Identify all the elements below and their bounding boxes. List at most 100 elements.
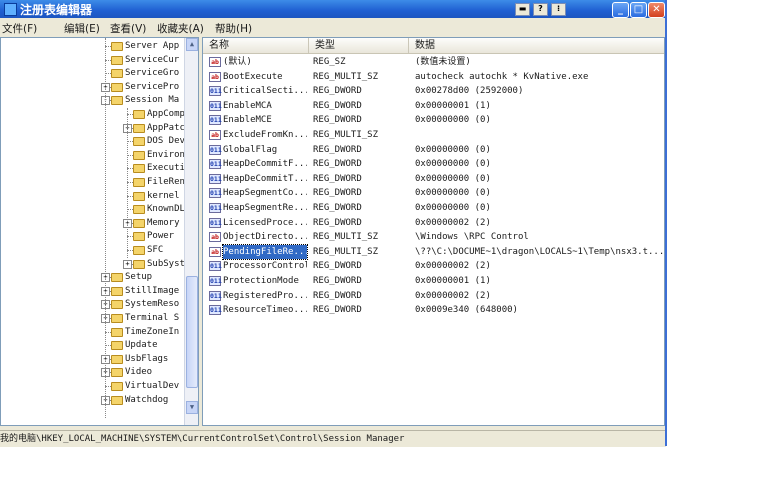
value-row[interactable]: 011 HeapDeCommitF... REG_DWORD 0x00000000 (… bbox=[203, 157, 664, 171]
help-icon[interactable]: ? bbox=[533, 3, 548, 16]
value-data: \??\C:\DOCUME~1\dragon\LOCALS~1\Temp\nsx… bbox=[415, 246, 663, 257]
expand-plus-icon[interactable]: + bbox=[123, 259, 132, 269]
value-data: autocheck autochk * KvNative.exe bbox=[415, 71, 589, 82]
value-row[interactable]: ab PendingFileRe... REG_MULTI_SZ \??\C:\DOC… bbox=[203, 243, 664, 260]
tree-item[interactable]: ServiceGro bbox=[1, 67, 186, 80]
folder-icon bbox=[133, 137, 145, 147]
tree-item-label: TimeZoneIn bbox=[125, 326, 180, 337]
value-name: HeapSegmentRe... bbox=[223, 203, 307, 213]
column-header-type[interactable]: 类型 bbox=[309, 38, 409, 53]
tree-item[interactable]: DOS Dev bbox=[1, 135, 186, 148]
folder-icon bbox=[133, 178, 145, 187]
value-row[interactable]: 011 EnableMCE REG_DWORD 0x00000000 (0) bbox=[203, 113, 664, 127]
value-type: REG_DWORD bbox=[313, 261, 362, 272]
tree-item[interactable]: TimeZoneIn bbox=[1, 326, 186, 339]
value-row[interactable]: 011 ProtectionMode REG_DWORD 0x00000001 (1) bbox=[203, 274, 664, 288]
folder-icon bbox=[111, 55, 123, 65]
tree-item[interactable]: FileRen bbox=[1, 176, 186, 189]
tree-item[interactable]: + SubSyst bbox=[1, 258, 186, 271]
tree-item[interactable]: + Video bbox=[1, 366, 186, 379]
scroll-up-arrow-icon[interactable]: ▲ bbox=[186, 38, 198, 51]
tree-item[interactable]: + Terminal S bbox=[1, 312, 186, 325]
value-row[interactable]: 011 CriticalSecti... REG_DWORD 0x00278d00 (… bbox=[203, 84, 664, 98]
tree-item[interactable]: - Session Ma bbox=[1, 94, 186, 107]
values-list-pane[interactable]: 名称 类型 数据 ab (默认) REG_SZ (数值未设置) ab BootExecut… bbox=[202, 37, 665, 426]
tree-item-label: Terminal S bbox=[125, 313, 180, 323]
tree-item[interactable]: + AppPatc bbox=[1, 122, 186, 135]
minimize-button[interactable]: _ bbox=[612, 2, 629, 18]
column-header-name[interactable]: 名称 bbox=[203, 38, 309, 53]
tree-item[interactable]: VirtualDev bbox=[1, 380, 186, 393]
close-button[interactable]: ✕ bbox=[648, 2, 665, 18]
value-row[interactable]: 011 ProcessorControl REG_DWORD 0x00000002 (… bbox=[203, 259, 664, 273]
status-path: 我的电脑\HKEY_LOCAL_MACHINE\SYSTEM\CurrentCo… bbox=[0, 434, 405, 444]
tree-item[interactable]: + StillImage bbox=[1, 285, 186, 298]
tree-item-label: SystemReso bbox=[125, 299, 180, 310]
menu-edit[interactable]: 编辑(E) bbox=[64, 21, 100, 36]
tree-item[interactable]: + SystemReso bbox=[1, 298, 186, 311]
value-row[interactable]: 011 HeapSegmentCo... REG_DWORD 0x00000000 (… bbox=[203, 186, 664, 200]
more-icon[interactable]: ⁝ bbox=[551, 3, 566, 16]
menu-file[interactable]: 文件(F) bbox=[2, 21, 37, 36]
value-data: 0x00000001 (1) bbox=[415, 100, 491, 111]
tree-scroll-thumb[interactable] bbox=[186, 276, 198, 388]
title-bar[interactable]: 注册表编辑器 ▬ ? ⁝ _ □ ✕ bbox=[0, 0, 666, 18]
tree-item[interactable]: + ServicePro bbox=[1, 81, 186, 94]
tree-item[interactable]: Environ bbox=[1, 149, 186, 162]
menu-view[interactable]: 查看(V) bbox=[110, 21, 146, 36]
value-type: REG_DWORD bbox=[313, 188, 362, 199]
value-row[interactable]: 011 LicensedProce... REG_DWORD 0x00000002 (… bbox=[203, 216, 664, 230]
menu-favorites[interactable]: 收藏夹(A) bbox=[157, 21, 204, 36]
value-type: REG_MULTI_SZ bbox=[313, 232, 379, 243]
value-name: HeapSegmentCo... bbox=[223, 188, 307, 199]
tree-item-label: UsbFlags bbox=[125, 353, 169, 364]
tree-item[interactable]: + Watchdog bbox=[1, 394, 186, 407]
folder-icon bbox=[133, 164, 145, 174]
value-data: 0x00000002 (2) bbox=[415, 217, 491, 228]
menu-help[interactable]: 帮助(H) bbox=[215, 21, 252, 36]
value-type: REG_DWORD bbox=[313, 276, 362, 286]
tree-vertical-scrollbar[interactable]: ▲ ▼ bbox=[184, 38, 198, 425]
registry-editor-window: 注册表编辑器 ▬ ? ⁝ _ □ ✕ 文件(F) 编辑(E) 查看(V) 收藏夹… bbox=[0, 0, 667, 447]
column-header-data[interactable]: 数据 bbox=[409, 38, 664, 53]
binary-value-icon: 011 bbox=[209, 203, 222, 213]
tree-item[interactable]: ServiceCur bbox=[1, 54, 186, 67]
binary-value-icon: 011 bbox=[209, 115, 222, 126]
value-row[interactable]: 011 EnableMCA REG_DWORD 0x00000001 (1) bbox=[203, 99, 664, 113]
value-row[interactable]: 011 HeapDeCommitT... REG_DWORD 0x00000000 (… bbox=[203, 172, 664, 186]
mini-toolbar-icon[interactable]: ▬ bbox=[515, 3, 530, 16]
binary-value-icon: 011 bbox=[209, 86, 222, 97]
tree-item[interactable]: + UsbFlags bbox=[1, 353, 186, 366]
binary-value-icon: 011 bbox=[209, 305, 222, 316]
folder-icon bbox=[111, 395, 123, 405]
value-row[interactable]: 011 GlobalFlag REG_DWORD 0x00000000 (0) bbox=[203, 143, 664, 157]
tree-item[interactable]: kernel bbox=[1, 190, 186, 203]
value-type: REG_DWORD bbox=[313, 173, 362, 184]
value-row[interactable]: 011 HeapSegmentRe... REG_DWORD 0x00000000 (… bbox=[203, 201, 664, 215]
value-row[interactable]: ab BootExecute REG_MULTI_SZ autocheck autoc… bbox=[203, 70, 664, 84]
key-tree-pane[interactable]: Server App ServiceCur ServiceGro + ServicePr… bbox=[0, 37, 199, 426]
value-row[interactable]: 011 RegisteredPro... REG_DWORD 0x00000002 (… bbox=[203, 289, 664, 303]
window-right-border bbox=[665, 0, 667, 446]
value-row[interactable]: 011 ResourceTimeo... REG_DWORD 0x0009e340 (… bbox=[203, 303, 664, 317]
value-name: CriticalSecti... bbox=[223, 86, 307, 97]
binary-value-icon: 011 bbox=[209, 188, 222, 199]
scroll-down-arrow-icon[interactable]: ▼ bbox=[186, 401, 198, 414]
tree-item-label: Update bbox=[125, 340, 158, 351]
value-row[interactable]: ab ObjectDirecto... REG_MULTI_SZ \Windows \… bbox=[203, 230, 664, 244]
tree-item[interactable]: Executi bbox=[1, 162, 186, 175]
value-row[interactable]: ab (默认) REG_SZ (数值未设置) bbox=[203, 55, 664, 69]
tree-item[interactable]: + Memory bbox=[1, 217, 186, 230]
tree-item[interactable]: AppComp bbox=[1, 108, 186, 121]
tree-item[interactable]: + Setup bbox=[1, 271, 186, 284]
value-type: REG_DWORD bbox=[313, 100, 362, 111]
tree-item-label: Environ bbox=[147, 149, 185, 160]
value-row[interactable]: ab ExcludeFromKn... REG_MULTI_SZ bbox=[203, 128, 664, 142]
tree-item[interactable]: Power bbox=[1, 230, 186, 243]
value-data: 0x00000000 (0) bbox=[415, 188, 491, 199]
tree-item[interactable]: Update bbox=[1, 339, 186, 352]
tree-item[interactable]: Server App bbox=[1, 40, 186, 53]
maximize-button[interactable]: □ bbox=[630, 2, 647, 18]
tree-item[interactable]: KnownDL bbox=[1, 203, 186, 216]
tree-item[interactable]: SFC bbox=[1, 244, 186, 257]
